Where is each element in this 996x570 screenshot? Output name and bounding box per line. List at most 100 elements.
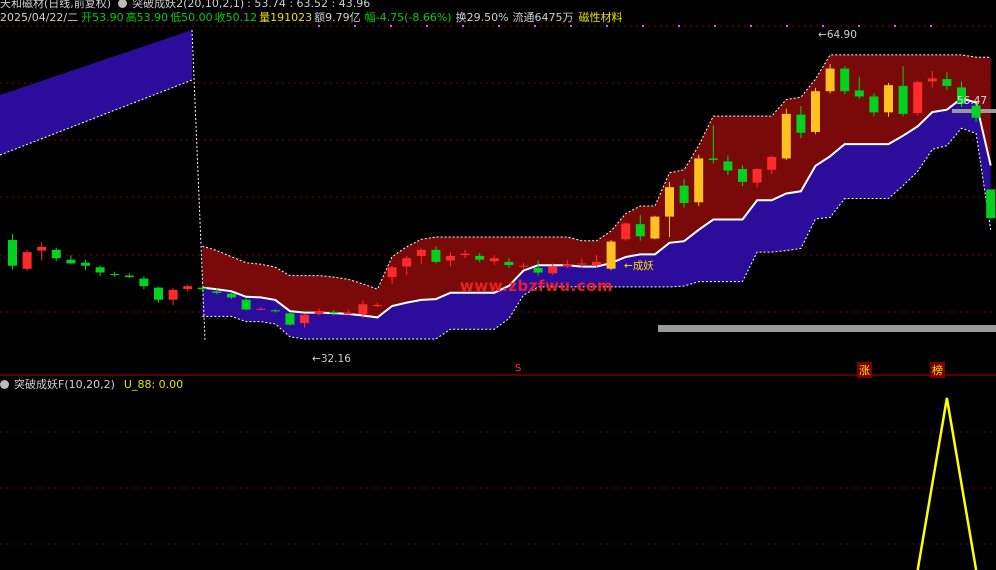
candle-body (723, 161, 733, 171)
candle-body (446, 255, 455, 261)
candle-body (679, 185, 689, 204)
candle-body (796, 114, 806, 133)
candle-body (621, 223, 631, 240)
candle-body (314, 311, 324, 315)
candle-body (81, 262, 90, 266)
marker-s: S (515, 363, 522, 374)
sub-indicator-value: U_88: 0.00 (123, 377, 184, 391)
candle-body (227, 293, 236, 298)
candle-body (270, 310, 280, 312)
early-band-area (0, 30, 192, 155)
candle-body (635, 224, 645, 237)
candle-body (285, 313, 295, 325)
candle-body (519, 265, 528, 267)
close-value: 50.12 (225, 10, 258, 24)
candle-body (854, 90, 864, 97)
candle-body (942, 79, 952, 86)
candle-body (154, 287, 163, 300)
candle-body (212, 291, 222, 293)
price-tag: 56.47 (957, 95, 988, 107)
candle-body (592, 261, 601, 265)
candle-body (489, 258, 499, 262)
candle-body (869, 96, 879, 113)
candle-body (300, 314, 309, 324)
candle-body (665, 187, 674, 217)
high-label: 高 (125, 11, 137, 24)
indicator-toggle-icon[interactable] (118, 0, 128, 8)
candle-body (183, 286, 193, 290)
date-label: 2025/04/22/二 (0, 11, 79, 24)
low-label: 低 (170, 11, 182, 24)
low-mark-label: ←32.16 (312, 353, 351, 365)
float-value: 6475万 (534, 11, 574, 24)
candle-body (927, 78, 937, 82)
top-dot (390, 25, 392, 27)
marker-zhang: 涨 (857, 362, 872, 378)
candle-body (329, 311, 339, 314)
candle-body (256, 308, 266, 310)
top-dot (534, 25, 536, 27)
candle-body (884, 85, 893, 113)
top-dot (498, 25, 500, 27)
open-label: 开 (81, 11, 93, 24)
candle-body (738, 169, 747, 182)
candle-body (66, 259, 76, 264)
candle-body (971, 105, 981, 118)
top-dot (318, 25, 320, 27)
low-value: 50.00 (181, 10, 213, 24)
top-dot (606, 25, 608, 27)
volume-label: 量 (259, 11, 271, 24)
header-line-2: 2025/04/22/二 开 53.90 高 53.90 低 50.00 收 5… (0, 9, 623, 25)
candle-body (402, 258, 412, 267)
candle-body (825, 68, 835, 92)
marker-bang: 榜 (930, 362, 945, 378)
sector-label[interactable]: 磁性材料 (579, 9, 623, 25)
candle-body (811, 91, 820, 132)
top-dot (354, 25, 356, 27)
top-dot (822, 25, 824, 27)
amount-label: 额 (314, 11, 326, 24)
candle-body (606, 241, 616, 269)
candle-body (898, 85, 908, 114)
change-label: 幅 (364, 11, 376, 24)
sub-panel-header: 突破成妖F(10,20,2) U_88: 0.00 (0, 377, 183, 391)
candle-body (124, 275, 134, 278)
turnover-value: 29.50% (466, 10, 509, 24)
candle-body (840, 68, 850, 92)
top-dot (714, 25, 716, 27)
sub-indicator-toggle-icon[interactable] (0, 379, 9, 389)
top-dot (894, 25, 896, 27)
high-mark-label: ←64.90 (818, 29, 857, 41)
candle-body (504, 261, 514, 265)
top-dot (642, 25, 644, 27)
candle-body (8, 240, 17, 266)
candle-body (416, 249, 426, 256)
top-dot (750, 25, 752, 27)
candle-body (95, 267, 105, 273)
candle-body (694, 158, 704, 203)
candle-body (708, 158, 718, 160)
high-value: 53.90 (136, 10, 169, 24)
candle-body (110, 274, 120, 276)
top-dot (930, 25, 932, 27)
close-label: 收 (214, 11, 226, 24)
turnover-label: 换 (455, 11, 467, 24)
candle-body (37, 246, 47, 251)
signal-text: ←成妖 (624, 260, 654, 272)
sub-indicator-title[interactable]: 突破成妖F(10,20,2) (14, 376, 115, 392)
candle-body (343, 312, 353, 315)
candle-body (767, 156, 777, 170)
candle-body (548, 266, 558, 274)
candle-body (168, 289, 178, 300)
top-dot (786, 25, 788, 27)
candle-body (752, 169, 762, 183)
candle-body (562, 264, 572, 267)
support-level-bar (658, 325, 996, 332)
candle-body (197, 287, 207, 290)
top-dot (462, 25, 464, 27)
top-dot (426, 25, 428, 27)
candle-body (51, 249, 61, 259)
top-dot (570, 25, 572, 27)
candle-body (22, 252, 32, 269)
candle-body (139, 278, 149, 287)
